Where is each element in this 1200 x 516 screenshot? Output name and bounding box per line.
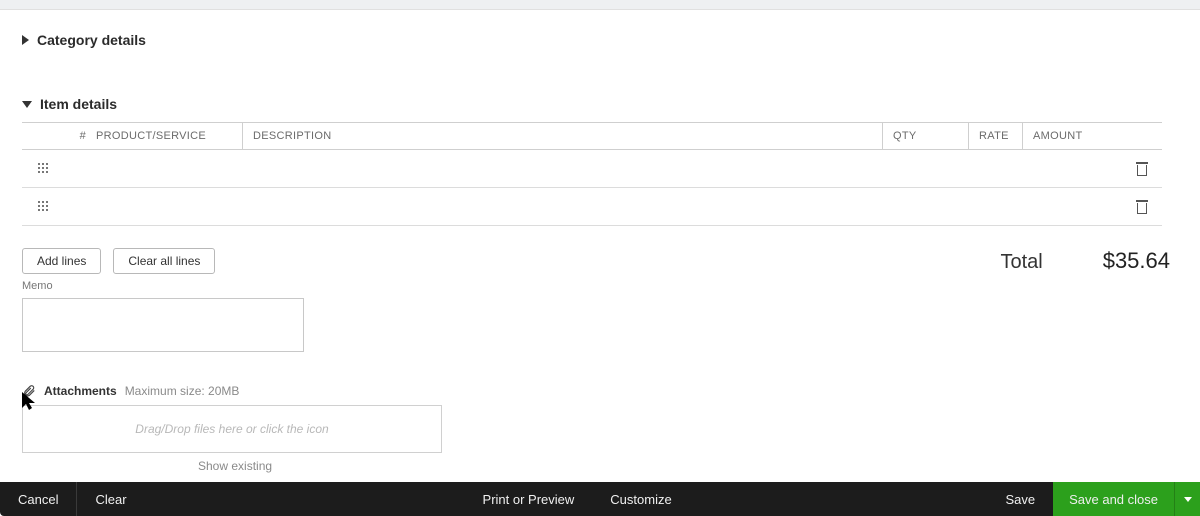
attachments-label: Attachments bbox=[44, 384, 117, 398]
save-and-close-button[interactable]: Save and close bbox=[1053, 482, 1174, 516]
cursor-icon bbox=[20, 390, 40, 415]
attachments-dropzone[interactable]: Drag/Drop files here or click the icon bbox=[22, 405, 442, 453]
line-actions: Add lines Clear all lines bbox=[22, 248, 215, 274]
col-header-number: # bbox=[64, 130, 92, 142]
show-existing-link[interactable]: Show existing bbox=[22, 459, 1178, 473]
trash-icon bbox=[1136, 200, 1148, 214]
delete-row-button[interactable] bbox=[1122, 162, 1162, 176]
attachments-header: Attachments Maximum size: 20MB bbox=[22, 383, 1178, 399]
dropzone-text: Drag/Drop files here or click the icon bbox=[135, 422, 328, 436]
trash-icon bbox=[1136, 162, 1148, 176]
total-value: $35.64 bbox=[1103, 248, 1170, 274]
print-preview-button[interactable]: Print or Preview bbox=[465, 492, 593, 507]
col-header-amount: AMOUNT bbox=[1022, 123, 1122, 149]
save-and-close-split-button: Save and close bbox=[1053, 482, 1200, 516]
save-button[interactable]: Save bbox=[987, 482, 1053, 516]
chevron-down-icon bbox=[1184, 497, 1192, 502]
total-display: Total $35.64 bbox=[1000, 248, 1170, 274]
memo-label: Memo bbox=[22, 280, 1178, 292]
clear-all-lines-button[interactable]: Clear all lines bbox=[113, 248, 215, 274]
category-details-label: Category details bbox=[37, 32, 146, 48]
table-header-row: # PRODUCT/SERVICE DESCRIPTION QTY RATE A… bbox=[22, 122, 1162, 150]
clear-button[interactable]: Clear bbox=[77, 482, 144, 516]
table-row[interactable] bbox=[22, 188, 1162, 226]
form-content: Category details Item details # PRODUCT/… bbox=[0, 10, 1200, 473]
item-details-label: Item details bbox=[40, 96, 117, 112]
col-header-description: DESCRIPTION bbox=[242, 123, 882, 149]
save-and-close-dropdown[interactable] bbox=[1174, 482, 1200, 516]
add-lines-button[interactable]: Add lines bbox=[22, 248, 101, 274]
item-details-table: # PRODUCT/SERVICE DESCRIPTION QTY RATE A… bbox=[22, 122, 1162, 226]
category-details-toggle[interactable]: Category details bbox=[22, 32, 1178, 48]
chevron-right-icon bbox=[22, 35, 29, 45]
total-label: Total bbox=[1000, 251, 1042, 274]
top-strip bbox=[0, 0, 1200, 10]
drag-handle-icon[interactable] bbox=[22, 163, 64, 175]
table-row[interactable] bbox=[22, 150, 1162, 188]
cancel-button[interactable]: Cancel bbox=[0, 482, 76, 516]
memo-textarea[interactable] bbox=[22, 298, 304, 352]
col-header-product: PRODUCT/SERVICE bbox=[92, 130, 242, 142]
footer-bar: Cancel Clear Print or Preview Customize … bbox=[0, 482, 1200, 516]
customize-button[interactable]: Customize bbox=[592, 492, 689, 507]
delete-row-button[interactable] bbox=[1122, 200, 1162, 214]
col-header-rate: RATE bbox=[968, 123, 1022, 149]
col-header-qty: QTY bbox=[882, 123, 968, 149]
drag-handle-icon[interactable] bbox=[22, 201, 64, 213]
attachments-hint: Maximum size: 20MB bbox=[125, 384, 240, 398]
item-details-toggle[interactable]: Item details bbox=[22, 96, 1178, 112]
chevron-down-icon bbox=[22, 101, 32, 108]
